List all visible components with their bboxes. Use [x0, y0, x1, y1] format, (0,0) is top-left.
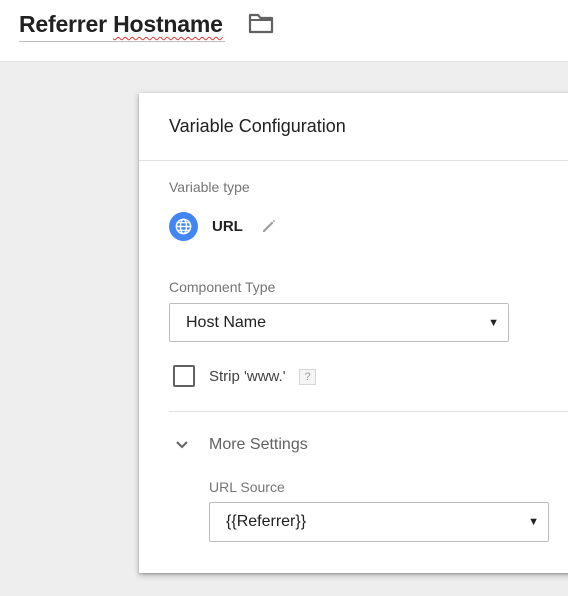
- more-settings-label: More Settings: [209, 436, 308, 453]
- component-type-label: Component Type: [169, 279, 276, 295]
- variable-configuration-card: Variable Configuration Variable type URL…: [139, 93, 568, 573]
- url-source-value: {{Referrer}}: [226, 513, 307, 530]
- dropdown-caret-icon: ▼: [488, 316, 499, 329]
- help-icon[interactable]: ?: [299, 369, 316, 385]
- variable-name-title: Referrer Hostname: [19, 11, 223, 38]
- dropdown-caret-icon: ▼: [528, 516, 539, 528]
- strip-www-checkbox[interactable]: [173, 365, 195, 387]
- variable-type-name: URL: [212, 217, 243, 235]
- variable-name-field[interactable]: Referrer Hostname: [19, 8, 225, 42]
- component-type-value: Host Name: [186, 313, 267, 331]
- top-bar: Referrer Hostname: [0, 0, 568, 62]
- card-title: Variable Configuration: [169, 116, 346, 136]
- url-source-select[interactable]: {{Referrer}} ▼: [209, 502, 549, 542]
- title-word-hostname: Hostname: [113, 11, 223, 37]
- variable-type-label: Variable type: [169, 179, 250, 195]
- pencil-icon[interactable]: [260, 217, 278, 235]
- divider: [169, 411, 568, 412]
- card-header: Variable Configuration: [139, 93, 568, 161]
- title-word-referrer: Referrer: [19, 11, 107, 37]
- more-settings-toggle[interactable]: More Settings: [175, 436, 308, 454]
- chevron-down-icon: [176, 441, 188, 449]
- component-type-select[interactable]: Host Name ▼: [169, 303, 509, 342]
- url-source-label: URL Source: [209, 479, 285, 495]
- folder-icon[interactable]: [248, 12, 274, 34]
- strip-www-label[interactable]: Strip 'www.': [209, 368, 286, 385]
- variable-type-row[interactable]: URL: [169, 211, 278, 241]
- globe-icon: [169, 211, 198, 241]
